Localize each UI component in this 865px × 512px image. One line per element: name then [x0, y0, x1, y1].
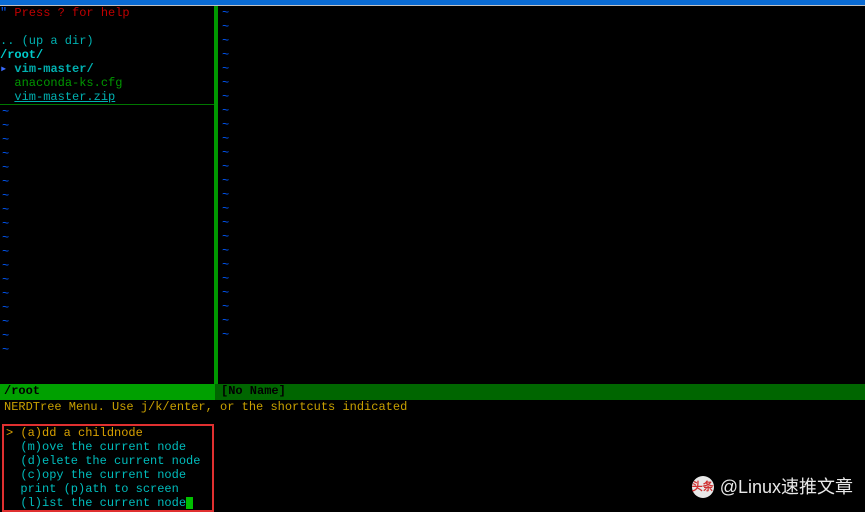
tilde-line: ~ [0, 189, 214, 203]
tilde-line: ~ [0, 301, 214, 315]
root-dir[interactable]: /root/ [0, 48, 214, 62]
help-hint: " Press ? for help [0, 6, 214, 20]
tilde-line: ~ [222, 160, 865, 174]
tilde-line: ~ [222, 118, 865, 132]
tilde-line: ~ [0, 133, 214, 147]
tilde-line: ~ [222, 300, 865, 314]
tilde-line: ~ [222, 62, 865, 76]
highlight-box [2, 424, 214, 512]
tilde-line: ~ [0, 147, 214, 161]
tilde-line: ~ [222, 90, 865, 104]
tilde-line: ~ [0, 105, 214, 119]
tilde-line: ~ [222, 48, 865, 62]
tilde-line: ~ [222, 272, 865, 286]
tilde-line: ~ [222, 202, 865, 216]
tilde-line: ~ [222, 6, 865, 20]
tilde-line: ~ [222, 174, 865, 188]
buffer-pane[interactable]: ~~~~~~~~~~~~~~~~~~~~~~~~ [214, 6, 865, 384]
tilde-line: ~ [222, 314, 865, 328]
tilde-line: ~ [0, 231, 214, 245]
tilde-line: ~ [0, 343, 214, 357]
tilde-line: ~ [0, 119, 214, 133]
up-dir[interactable]: .. (up a dir) [0, 34, 214, 48]
tilde-line: ~ [0, 259, 214, 273]
blank-line [0, 20, 214, 34]
tree-dir-vim-master[interactable]: ▸ vim-master/ [0, 62, 214, 76]
watermark-logo-icon: 头条 [692, 476, 714, 498]
nerdtree-pane[interactable]: " Press ? for help .. (up a dir) /root/ … [0, 6, 214, 384]
editor-area: " Press ? for help .. (up a dir) /root/ … [0, 6, 865, 384]
tilde-line: ~ [0, 175, 214, 189]
tilde-line: ~ [0, 287, 214, 301]
tilde-line: ~ [222, 20, 865, 34]
tree-file[interactable]: anaconda-ks.cfg [0, 76, 214, 90]
tilde-line: ~ [222, 230, 865, 244]
tilde-line: ~ [222, 328, 865, 342]
nerdtree-menu-hint: NERDTree Menu. Use j/k/enter, or the sho… [0, 400, 865, 414]
tilde-line: ~ [222, 244, 865, 258]
tilde-line: ~ [0, 245, 214, 259]
watermark-text: @Linux速推文章 [720, 480, 853, 494]
tilde-line: ~ [0, 217, 214, 231]
tilde-line: ~ [222, 146, 865, 160]
tilde-line: ~ [0, 315, 214, 329]
status-right: [No Name] [215, 384, 865, 400]
tilde-line: ~ [222, 286, 865, 300]
tilde-line: ~ [0, 161, 214, 175]
tilde-line: ~ [222, 34, 865, 48]
tilde-line: ~ [222, 216, 865, 230]
tilde-line: ~ [222, 76, 865, 90]
tilde-line: ~ [222, 132, 865, 146]
tilde-line: ~ [222, 258, 865, 272]
tilde-line: ~ [222, 188, 865, 202]
tilde-line: ~ [0, 329, 214, 343]
tilde-line: ~ [0, 203, 214, 217]
tilde-line: ~ [222, 104, 865, 118]
watermark: 头条 @Linux速推文章 [692, 476, 853, 498]
status-left: /root [0, 384, 215, 400]
status-bar: /root [No Name] [0, 384, 865, 400]
comment-quote: " [0, 6, 14, 20]
tree-file[interactable]: vim-master.zip [0, 90, 214, 104]
tilde-line: ~ [0, 273, 214, 287]
